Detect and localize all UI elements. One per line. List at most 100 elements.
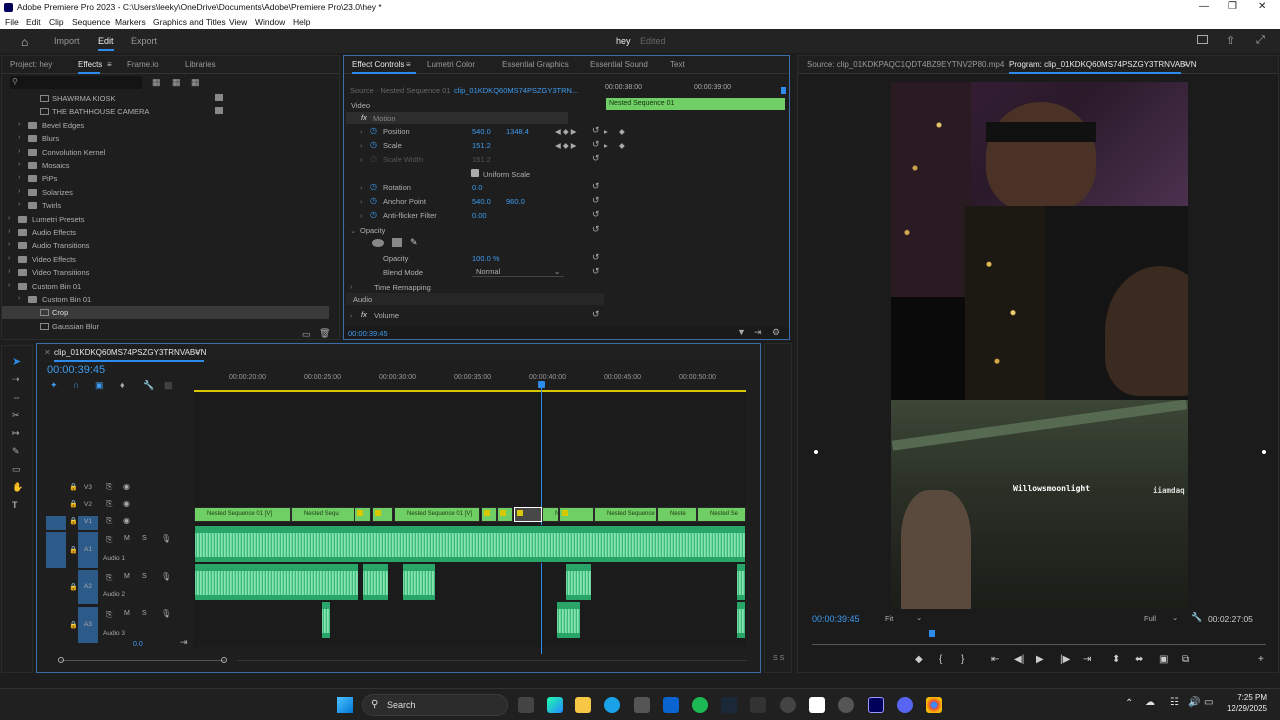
close-sequence-icon[interactable]: ✕: [44, 348, 51, 357]
store-icon[interactable]: [634, 697, 650, 713]
lock-icon[interactable]: 🔒: [69, 483, 78, 491]
list-item[interactable]: › Mosaics: [2, 159, 329, 172]
wrench-icon[interactable]: 🔧: [1191, 612, 1202, 623]
tab-effect-controls[interactable]: Effect Controls: [352, 60, 404, 69]
list-item[interactable]: Crop: [2, 306, 329, 320]
menu-clip[interactable]: Clip: [49, 17, 64, 27]
reset-icon[interactable]: ↺: [592, 209, 600, 220]
tab-text[interactable]: Text: [670, 60, 685, 69]
keyframe-diamond-icon[interactable]: ◆: [619, 127, 625, 136]
lock-icon[interactable]: 🔒: [69, 517, 78, 525]
expand-chevron-icon[interactable]: ›: [360, 155, 363, 164]
lock-icon[interactable]: 🔒: [69, 583, 78, 591]
comparison-view-icon[interactable]: ⧉: [1182, 654, 1189, 665]
chrome-icon[interactable]: [926, 697, 942, 713]
reset-icon[interactable]: ↺: [592, 195, 600, 206]
v1-clip[interactable]: [372, 507, 393, 522]
tab-libraries[interactable]: Libraries: [185, 60, 216, 69]
tray-chevron-icon[interactable]: ⌃: [1125, 698, 1133, 709]
v1-clip[interactable]: [354, 507, 371, 522]
keyframe-arrow-icon[interactable]: ▸: [604, 141, 608, 150]
go-to-out-icon[interactable]: ⇥: [1083, 654, 1091, 665]
tab-edit[interactable]: Edit: [98, 36, 114, 46]
timeline-settings-icon[interactable]: 🔧: [143, 380, 154, 391]
timeline-menu-icon[interactable]: ≡: [195, 348, 200, 357]
collapse-chevron-icon[interactable]: ⌄: [350, 226, 356, 235]
motion-row[interactable]: fx Motion: [346, 112, 568, 124]
tab-import[interactable]: Import: [54, 36, 80, 46]
expand-chevron-icon[interactable]: ›: [8, 241, 16, 248]
expand-chevron-icon[interactable]: ›: [360, 183, 363, 192]
stopwatch-icon[interactable]: ◷: [370, 210, 377, 219]
list-item[interactable]: › Video Effects: [2, 253, 329, 266]
close-icon[interactable]: ✕: [1258, 1, 1266, 12]
zoom-handle-left[interactable]: [58, 657, 64, 663]
v1-clip[interactable]: [514, 507, 542, 522]
microphone-icon[interactable]: 🎙: [161, 609, 171, 618]
solo-icon[interactable]: S: [142, 535, 147, 542]
keyframe-nav-icon[interactable]: ◀ ◆ ▶: [555, 127, 576, 136]
tab-source[interactable]: Source: clip_01KDKPAQC1QDT4BZ9EYTNV2P80.…: [807, 60, 1004, 69]
reset-icon[interactable]: ↺: [592, 125, 600, 136]
expand-chevron-icon[interactable]: ›: [8, 215, 16, 222]
tab-project[interactable]: Project: hey: [10, 60, 52, 69]
nested-sequence-bar[interactable]: Nested Sequence 01: [606, 98, 785, 110]
menu-file[interactable]: File: [5, 17, 19, 27]
slip-tool-icon[interactable]: ↦: [12, 428, 20, 439]
settings-icon[interactable]: ⚙: [772, 327, 780, 338]
expand-chevron-icon[interactable]: ›: [18, 188, 26, 195]
effects-search-input[interactable]: ⚲: [10, 76, 142, 89]
expand-chevron-icon[interactable]: ›: [350, 311, 353, 320]
menu-window[interactable]: Window: [255, 17, 285, 27]
stopwatch-icon[interactable]: ◷: [370, 196, 377, 205]
expand-chevron-icon[interactable]: ›: [360, 197, 363, 206]
expand-chevron-icon[interactable]: ›: [18, 134, 26, 141]
microphone-icon[interactable]: 🎙: [161, 572, 171, 581]
mute-icon[interactable]: M: [124, 535, 130, 542]
toggle-sync-icon[interactable]: ⎘: [106, 482, 112, 492]
ellipse-mask-icon[interactable]: [372, 239, 384, 247]
transform-handle-left[interactable]: [814, 450, 818, 454]
eye-icon[interactable]: ◉: [123, 499, 130, 508]
reset-icon[interactable]: ↺: [592, 224, 600, 235]
list-item[interactable]: › Lumetri Presets: [2, 213, 329, 226]
tab-lumetri-color[interactable]: Lumetri Color: [427, 60, 475, 69]
accelerated-effects-icon[interactable]: ▦: [152, 77, 161, 88]
reset-icon[interactable]: ↺: [592, 181, 600, 192]
add-marker-icon[interactable]: ♦: [120, 380, 125, 390]
menu-graphics[interactable]: Graphics and Titles: [153, 17, 226, 27]
v1-clip[interactable]: Nested Se: [697, 507, 746, 522]
reset-icon[interactable]: ↺: [592, 266, 600, 277]
time-remapping-label[interactable]: Time Remapping: [374, 283, 431, 292]
property-value[interactable]: 151.2: [472, 141, 491, 150]
lift-icon[interactable]: ⬍: [1112, 654, 1120, 665]
toggle-sync-icon[interactable]: ⎘: [106, 573, 112, 583]
minimize-icon[interactable]: —: [1199, 1, 1209, 12]
ripple-edit-tool-icon[interactable]: ⇔: [12, 392, 21, 402]
share-icon[interactable]: ⇧: [1226, 34, 1235, 47]
tab-sequence[interactable]: clip_01KDKQ60MS74PSZGY3TRNVABVN: [54, 348, 206, 357]
expand-chevron-icon[interactable]: ›: [8, 282, 16, 289]
list-item[interactable]: › Audio Effects: [2, 226, 329, 239]
expand-chevron-icon[interactable]: ›: [360, 211, 363, 220]
opacity-header[interactable]: Opacity: [360, 226, 385, 235]
program-menu-icon[interactable]: ≡: [1183, 60, 1188, 69]
keyframe-arrow-icon[interactable]: ▸: [604, 127, 608, 136]
a3-clip[interactable]: [736, 601, 746, 639]
tab-essential-sound[interactable]: Essential Sound: [590, 60, 648, 69]
transform-handle-right[interactable]: [1262, 450, 1266, 454]
expand-chevron-icon[interactable]: ›: [360, 141, 363, 150]
edge-icon[interactable]: [604, 697, 620, 713]
mark-out-icon[interactable]: }: [961, 654, 964, 665]
v1-clip[interactable]: Nested: [542, 507, 559, 522]
list-item[interactable]: › PiPs: [2, 172, 329, 185]
pen-mask-icon[interactable]: ✎: [410, 237, 418, 248]
effects-menu-icon[interactable]: ≡: [107, 60, 112, 69]
go-to-in-icon[interactable]: ⇤: [991, 654, 999, 665]
toggle-sync-icon[interactable]: ⎘: [106, 516, 112, 526]
maximize-icon[interactable]: ❐: [1228, 1, 1237, 12]
outlook-icon[interactable]: [663, 697, 679, 713]
property-value-2[interactable]: 1348.4: [506, 127, 529, 136]
snap-icon[interactable]: ✦: [50, 380, 58, 391]
menu-view[interactable]: View: [229, 17, 247, 27]
